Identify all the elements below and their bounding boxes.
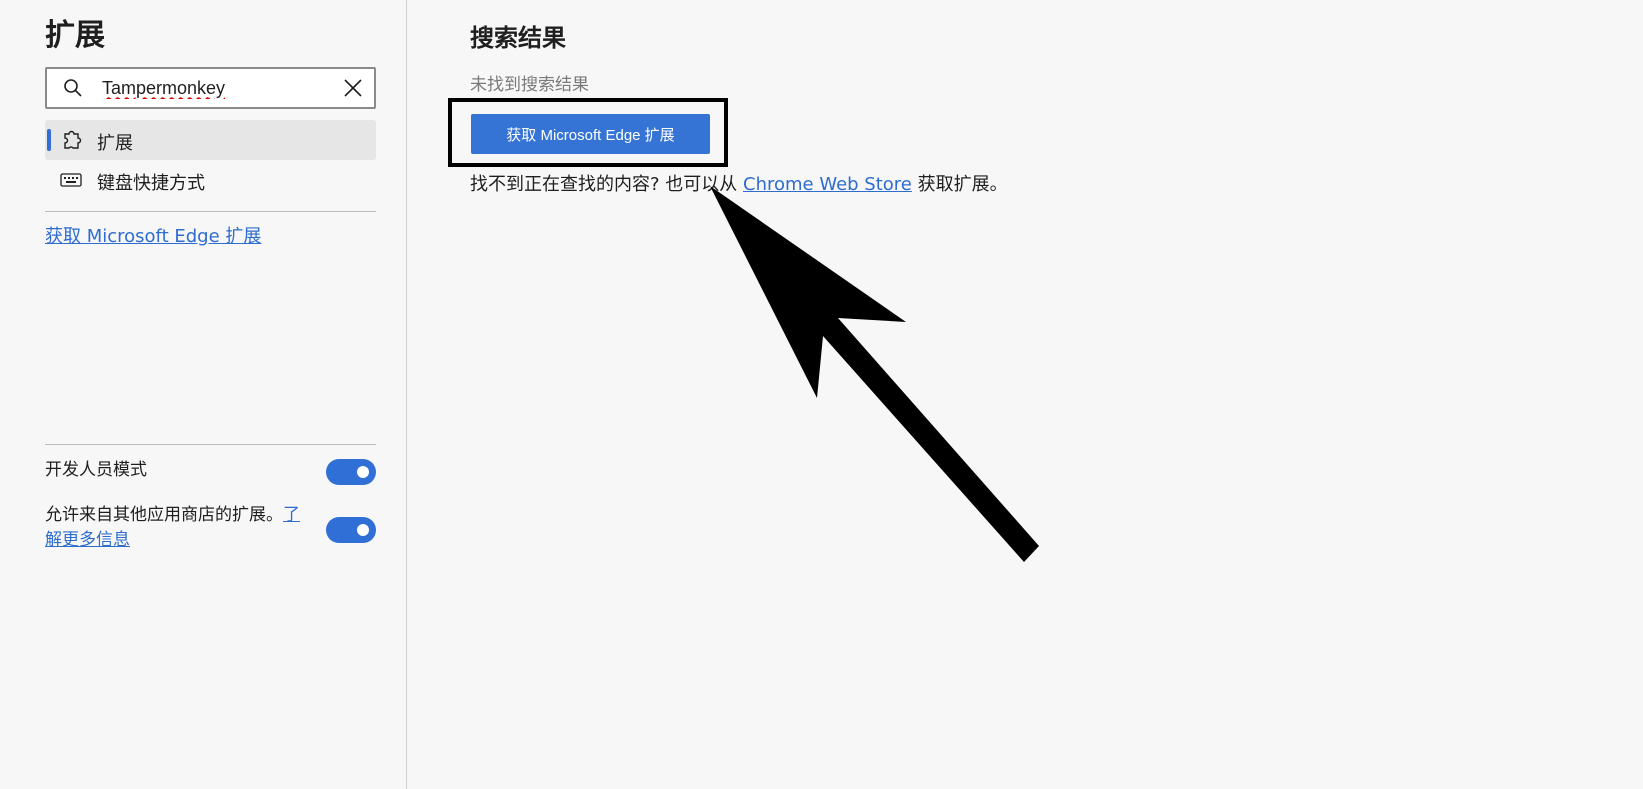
divider	[45, 211, 376, 212]
get-extensions-link[interactable]: 获取 Microsoft Edge 扩展	[45, 222, 261, 248]
allow-other-stores-text: 允许来自其他应用商店的扩展。	[45, 505, 283, 525]
page-title: 搜索结果	[470, 24, 566, 52]
sidebar-item-label: 键盘快捷方式	[97, 173, 205, 194]
sidebar-item-label: 扩展	[97, 133, 133, 154]
puzzle-icon	[64, 130, 82, 149]
developer-mode-toggle[interactable]	[326, 459, 376, 485]
chrome-web-store-link[interactable]: Chrome Web Store	[743, 174, 912, 195]
developer-mode-label: 开发人员模式	[45, 460, 147, 480]
toggle-knob	[357, 524, 369, 536]
search-icon	[64, 79, 82, 97]
allow-other-stores-label: 允许来自其他应用商店的扩展。了解更多信息	[45, 503, 315, 553]
divider	[45, 444, 376, 445]
sidebar: 扩展 扩展	[0, 0, 407, 789]
no-results-text: 未找到搜索结果	[470, 75, 589, 95]
toggle-knob	[357, 466, 369, 478]
allow-other-stores-toggle[interactable]	[326, 517, 376, 543]
active-indicator	[47, 129, 51, 151]
help-text: 找不到正在查找的内容? 也可以从 Chrome Web Store 获取扩展。	[470, 170, 1008, 196]
search-box[interactable]	[45, 67, 376, 109]
close-icon[interactable]	[342, 77, 364, 99]
keyboard-icon	[60, 173, 82, 187]
get-extensions-button[interactable]: 获取 Microsoft Edge 扩展	[471, 114, 710, 154]
help-suffix: 获取扩展。	[911, 174, 1008, 195]
sidebar-title: 扩展	[45, 18, 105, 53]
search-input[interactable]	[102, 75, 327, 101]
help-prefix: 找不到正在查找的内容? 也可以从	[470, 174, 743, 195]
sidebar-item-extensions[interactable]: 扩展	[45, 120, 376, 160]
sidebar-item-keyboard-shortcuts[interactable]: 键盘快捷方式	[45, 160, 376, 200]
extensions-page: 扩展 扩展	[0, 0, 1643, 789]
